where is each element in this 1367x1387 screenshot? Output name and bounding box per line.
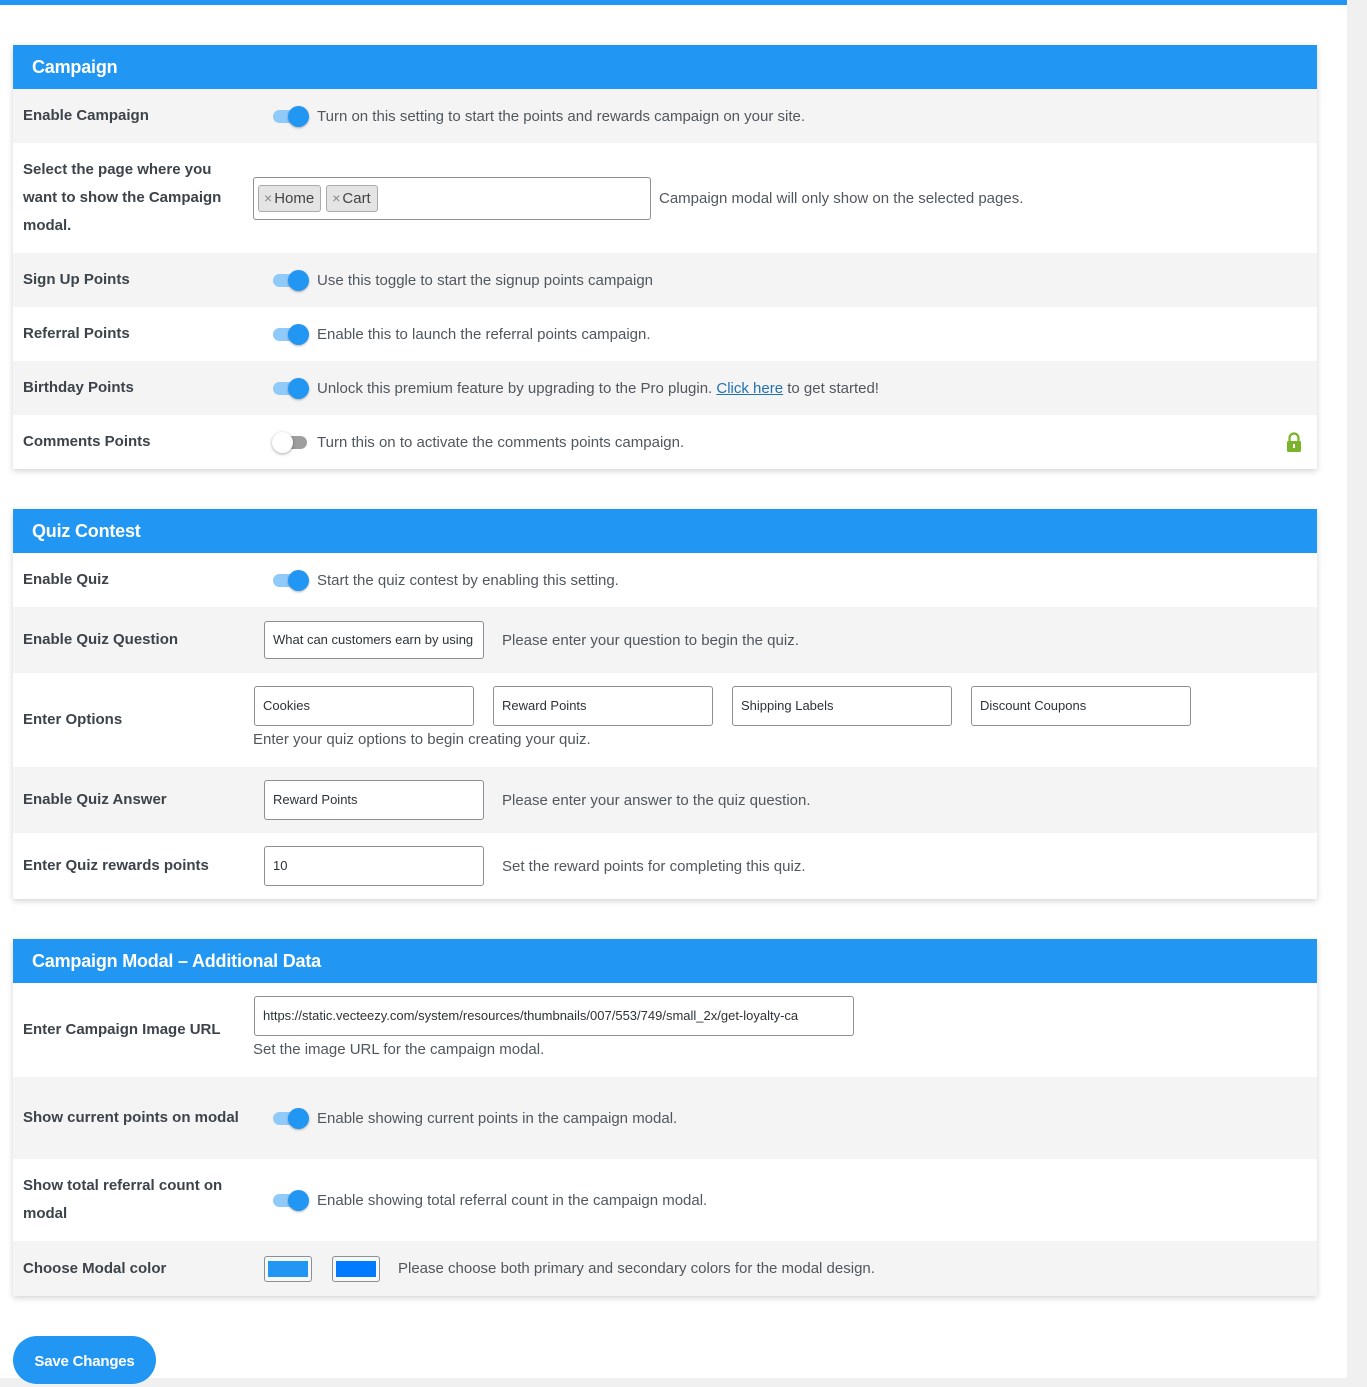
quiz-reward-row: Enter Quiz rewards points 10 Set the rew… bbox=[13, 833, 1317, 899]
enable-campaign-row: Enable Campaign Turn on this setting to … bbox=[13, 89, 1317, 143]
enable-quiz-desc: Start the quiz contest by enabling this … bbox=[317, 571, 619, 589]
campaign-card-title: Campaign bbox=[13, 45, 1317, 89]
referral-count-label: Show total referral count on modal bbox=[23, 1177, 223, 1222]
current-points-desc: Enable showing current points in the cam… bbox=[317, 1109, 678, 1127]
image-url-label: Enter Campaign Image URL bbox=[23, 1021, 221, 1038]
upgrade-link[interactable]: Click here bbox=[716, 380, 783, 397]
quiz-question-input[interactable]: What can customers earn by using bbox=[264, 621, 484, 659]
enable-quiz-row: Enable Quiz Start the quiz contest by en… bbox=[13, 553, 1317, 607]
quiz-answer-row: Enable Quiz Answer Reward Points Please … bbox=[13, 767, 1317, 833]
referral-count-row: Show total referral count on modal Enabl… bbox=[13, 1159, 1317, 1241]
campaign-modal-card: Campaign Modal – Additional Data Enter C… bbox=[13, 939, 1317, 1296]
current-points-row: Show current points on modal Enable show… bbox=[13, 1077, 1317, 1159]
select-page-label: Select the page where you want to show t… bbox=[23, 161, 222, 234]
birthday-points-row: Birthday Points Unlock this premium feat… bbox=[13, 361, 1317, 415]
quiz-reward-input[interactable]: 10 bbox=[264, 846, 484, 886]
signup-points-desc: Use this toggle to start the signup poin… bbox=[317, 271, 654, 289]
image-url-input[interactable]: https://static.vecteezy.com/system/resou… bbox=[254, 996, 854, 1036]
primary-color-swatch bbox=[268, 1260, 308, 1277]
enable-campaign-desc: Turn on this setting to start the points… bbox=[317, 107, 806, 125]
quiz-question-row: Enable Quiz Question What can customers … bbox=[13, 607, 1317, 673]
enable-quiz-label: Enable Quiz bbox=[23, 571, 109, 588]
enable-campaign-label: Enable Campaign bbox=[23, 107, 149, 124]
current-points-toggle[interactable] bbox=[273, 1108, 309, 1129]
quiz-option-input[interactable]: Cookies bbox=[254, 686, 474, 726]
signup-points-label: Sign Up Points bbox=[23, 271, 130, 288]
lock-icon bbox=[1287, 432, 1301, 452]
quiz-option-input[interactable]: Discount Coupons bbox=[971, 686, 1191, 726]
quiz-options-row: Enter Options Cookies Reward Points Ship… bbox=[13, 673, 1317, 767]
remove-chip-icon[interactable]: × bbox=[264, 190, 272, 206]
select-page-row: Select the page where you want to show t… bbox=[13, 143, 1317, 253]
referral-points-toggle[interactable] bbox=[273, 324, 309, 345]
quiz-option-input[interactable]: Shipping Labels bbox=[732, 686, 952, 726]
selected-page-chip: × Cart bbox=[326, 184, 378, 212]
modal-color-desc: Please choose both primary and secondary… bbox=[398, 1260, 875, 1277]
page-select-input[interactable]: × Home × Cart bbox=[253, 176, 651, 220]
quiz-options-desc: Enter your quiz options to begin creatin… bbox=[253, 731, 591, 748]
enable-campaign-toggle[interactable] bbox=[273, 106, 309, 127]
quiz-contest-card: Quiz Contest Enable Quiz Start the quiz … bbox=[13, 509, 1317, 899]
quiz-question-label: Enable Quiz Question bbox=[23, 631, 179, 648]
modal-color-label: Choose Modal color bbox=[23, 1259, 167, 1277]
signup-points-row: Sign Up Points Use this toggle to start … bbox=[13, 253, 1317, 307]
quiz-answer-label: Enable Quiz Answer bbox=[23, 791, 167, 808]
referral-count-toggle[interactable] bbox=[273, 1190, 309, 1211]
quiz-answer-desc: Please enter your answer to the quiz que… bbox=[502, 791, 811, 809]
enable-quiz-toggle[interactable] bbox=[273, 570, 309, 591]
signup-points-toggle[interactable] bbox=[273, 270, 309, 291]
quiz-option-input[interactable]: Reward Points bbox=[493, 686, 713, 726]
referral-points-desc: Enable this to launch the referral point… bbox=[317, 325, 651, 343]
quiz-reward-desc: Set the reward points for completing thi… bbox=[502, 857, 806, 875]
image-url-row: Enter Campaign Image URL https://static.… bbox=[13, 983, 1317, 1077]
campaign-card: Campaign Enable Campaign Turn on this se… bbox=[13, 45, 1317, 469]
quiz-card-title: Quiz Contest bbox=[13, 509, 1317, 553]
secondary-color-picker[interactable] bbox=[332, 1255, 380, 1282]
modal-color-row: Choose Modal color Please choose both pr… bbox=[13, 1241, 1317, 1296]
current-points-label: Show current points on modal bbox=[23, 1109, 239, 1126]
modal-card-title: Campaign Modal – Additional Data bbox=[13, 939, 1317, 983]
quiz-question-desc: Please enter your question to begin the … bbox=[502, 631, 799, 649]
referral-points-label: Referral Points bbox=[23, 325, 130, 342]
quiz-answer-input[interactable]: Reward Points bbox=[264, 780, 484, 820]
quiz-reward-label: Enter Quiz rewards points bbox=[23, 857, 209, 874]
quiz-options-label: Enter Options bbox=[23, 711, 123, 728]
referral-count-desc: Enable showing total referral count in t… bbox=[317, 1191, 708, 1209]
primary-color-picker[interactable] bbox=[264, 1255, 312, 1282]
comments-points-label: Comments Points bbox=[23, 433, 151, 450]
remove-chip-icon[interactable]: × bbox=[332, 190, 340, 206]
image-url-desc: Set the image URL for the campaign modal… bbox=[253, 1041, 545, 1058]
birthday-points-desc: Unlock this premium feature by upgrading… bbox=[317, 379, 879, 397]
comments-points-toggle[interactable] bbox=[272, 432, 309, 453]
secondary-color-swatch bbox=[336, 1260, 376, 1277]
scrollbar-track[interactable] bbox=[1347, 0, 1367, 1378]
birthday-points-toggle[interactable] bbox=[273, 378, 309, 399]
comments-points-desc: Turn this on to activate the comments po… bbox=[317, 433, 685, 451]
select-page-desc: Campaign modal will only show on the sel… bbox=[659, 189, 1024, 207]
birthday-points-label: Birthday Points bbox=[23, 379, 134, 396]
comments-points-row: Comments Points Turn this on to activate… bbox=[13, 415, 1317, 469]
selected-page-chip: × Home bbox=[258, 184, 322, 212]
referral-points-row: Referral Points Enable this to launch th… bbox=[13, 307, 1317, 361]
save-changes-button[interactable]: Save Changes bbox=[13, 1336, 156, 1384]
